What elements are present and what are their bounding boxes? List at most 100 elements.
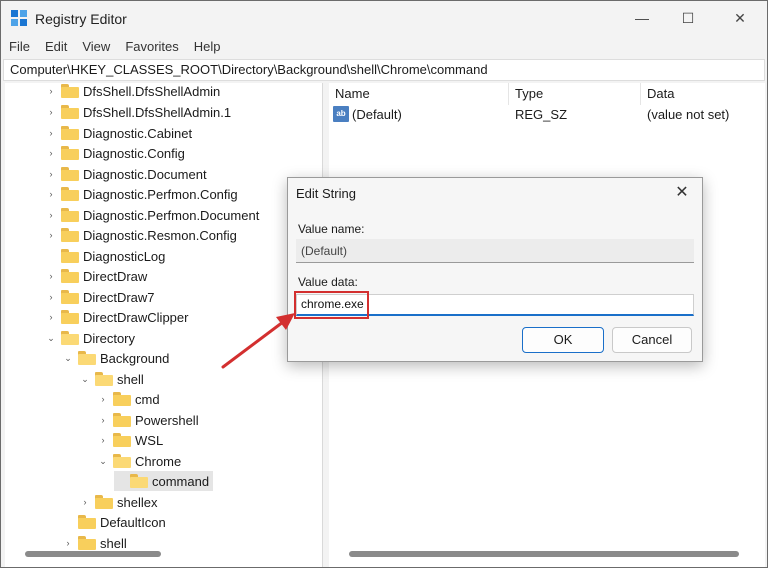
- value-type: REG_SZ: [515, 107, 568, 122]
- chevron-down-icon[interactable]: ⌄: [45, 328, 57, 348]
- chevron-right-icon[interactable]: ›: [62, 533, 74, 553]
- folder-icon: [61, 208, 79, 222]
- tree-item[interactable]: › Diagnostic.Cabinet: [45, 123, 193, 143]
- folder-icon: [61, 290, 79, 304]
- column-header-data[interactable]: Data: [641, 83, 765, 105]
- folder-icon: [61, 269, 79, 283]
- chevron-right-icon[interactable]: ›: [97, 410, 109, 430]
- tree-item-label: Diagnostic.Resmon.Config: [83, 227, 237, 243]
- menu-edit[interactable]: Edit: [37, 37, 74, 57]
- tree-item[interactable]: › Powershell: [97, 410, 199, 430]
- tree-item-label: DiagnosticLog: [83, 248, 166, 264]
- tree-horizontal-scrollbar[interactable]: [25, 551, 161, 557]
- chevron-right-icon[interactable]: ›: [97, 430, 109, 450]
- tree-item[interactable]: › shellex: [79, 492, 158, 512]
- folder-icon: [61, 126, 79, 140]
- tree-item-label: DirectDraw7: [83, 289, 155, 305]
- tree-item[interactable]: › DirectDraw: [45, 266, 148, 286]
- tree-item[interactable]: › DirectDrawClipper: [45, 307, 189, 327]
- registry-tree[interactable]: › DfsShell.DfsShellAdmin › DfsShell.DfsShe…: [5, 83, 323, 567]
- tree-item-label: shell: [117, 371, 144, 387]
- tree-item[interactable]: › Diagnostic.Perfmon.Document: [45, 205, 260, 225]
- chevron-right-icon[interactable]: ›: [45, 287, 57, 307]
- folder-icon: [61, 146, 79, 160]
- chevron-right-icon[interactable]: ›: [45, 225, 57, 245]
- folder-open-icon: [113, 454, 131, 468]
- tree-item-label: Powershell: [135, 412, 199, 428]
- menu-file[interactable]: File: [1, 37, 37, 57]
- chevron-down-icon[interactable]: ⌄: [62, 348, 74, 368]
- menu-help[interactable]: Help: [186, 37, 228, 57]
- close-icon[interactable]: ✕: [717, 1, 763, 35]
- column-header-type[interactable]: Type: [509, 83, 641, 105]
- chevron-right-icon[interactable]: ›: [45, 164, 57, 184]
- tree-item-label: Diagnostic.Perfmon.Config: [83, 186, 238, 202]
- folder-open-icon: [78, 351, 96, 365]
- tree-item[interactable]: › DfsShell.DfsShellAdmin.1: [45, 102, 232, 122]
- close-icon[interactable]: ✕: [672, 183, 692, 203]
- menu-view[interactable]: View: [74, 37, 117, 57]
- tree-item-label: Diagnostic.Cabinet: [83, 125, 193, 141]
- tree-item[interactable]: ⌄ Directory: [45, 328, 135, 348]
- folder-icon: [61, 167, 79, 181]
- tree-item-selected[interactable]: command: [114, 471, 214, 491]
- folder-icon: [61, 228, 79, 242]
- tree-item[interactable]: › Diagnostic.Perfmon.Config: [45, 184, 238, 204]
- tree-item[interactable]: ⌄ Chrome: [97, 451, 181, 471]
- ok-button[interactable]: OK: [522, 327, 604, 353]
- chevron-right-icon[interactable]: ›: [45, 83, 57, 101]
- tree-item[interactable]: DefaultIcon: [62, 512, 166, 532]
- folder-icon: [95, 495, 113, 509]
- tree-item-label: WSL: [135, 432, 164, 448]
- highlight-box: [294, 291, 369, 319]
- tree-item[interactable]: ⌄ shell: [79, 369, 144, 389]
- tree-item[interactable]: DiagnosticLog: [45, 246, 165, 266]
- address-bar[interactable]: Computer\HKEY_CLASSES_ROOT\Directory\Bac…: [3, 59, 765, 81]
- chevron-right-icon[interactable]: ›: [45, 184, 57, 204]
- tree-item-label: command: [152, 473, 210, 489]
- minimize-icon[interactable]: —: [619, 1, 665, 35]
- folder-icon: [61, 249, 79, 263]
- tree-item[interactable]: › cmd: [97, 389, 160, 409]
- folder-icon: [61, 310, 79, 324]
- tree-item-label: shell: [100, 535, 127, 551]
- tree-item[interactable]: › DfsShell.DfsShellAdmin: [45, 83, 221, 101]
- tree-item-label: shellex: [117, 494, 158, 510]
- folder-icon: [61, 84, 79, 98]
- value-name[interactable]: (Default): [352, 105, 402, 125]
- tree-item-label: DfsShell.DfsShellAdmin.1: [83, 104, 232, 120]
- tree-item[interactable]: › Diagnostic.Config: [45, 143, 185, 163]
- maximize-icon[interactable]: ☐: [665, 1, 711, 35]
- tree-item[interactable]: ⌄ Background: [62, 348, 169, 368]
- tree-item[interactable]: › DirectDraw7: [45, 287, 155, 307]
- tree-item-label: Diagnostic.Document: [83, 166, 207, 182]
- chevron-right-icon[interactable]: ›: [45, 266, 57, 286]
- folder-open-icon: [95, 372, 113, 386]
- cancel-button[interactable]: Cancel: [612, 327, 692, 353]
- tree-item-label: DirectDraw: [83, 268, 148, 284]
- chevron-down-icon[interactable]: ⌄: [79, 369, 91, 389]
- folder-icon: [61, 187, 79, 201]
- chevron-right-icon[interactable]: ›: [45, 307, 57, 327]
- tree-item-label: DirectDrawClipper: [83, 309, 189, 325]
- value-name-field: (Default): [296, 239, 694, 263]
- chevron-right-icon[interactable]: ›: [45, 123, 57, 143]
- chevron-right-icon[interactable]: ›: [97, 389, 109, 409]
- folder-icon: [113, 392, 131, 406]
- chevron-down-icon[interactable]: ⌄: [97, 451, 109, 471]
- chevron-right-icon[interactable]: ›: [45, 143, 57, 163]
- tree-item[interactable]: › shell: [62, 533, 127, 553]
- chevron-right-icon[interactable]: ›: [45, 205, 57, 225]
- tree-item-label: Diagnostic.Perfmon.Document: [83, 207, 260, 223]
- tree-item[interactable]: › Diagnostic.Document: [45, 164, 207, 184]
- column-header-name[interactable]: Name: [329, 83, 509, 105]
- chevron-right-icon[interactable]: ›: [45, 102, 57, 122]
- list-horizontal-scrollbar[interactable]: [349, 551, 739, 557]
- chevron-blank: [45, 246, 57, 266]
- tree-item[interactable]: › WSL: [97, 430, 164, 450]
- tree-item-label: DfsShell.DfsShellAdmin: [83, 83, 221, 99]
- chevron-right-icon[interactable]: ›: [79, 492, 91, 512]
- tree-item[interactable]: › Diagnostic.Resmon.Config: [45, 225, 237, 245]
- menu-favorites[interactable]: Favorites: [117, 37, 185, 57]
- value-name-label: Value name:: [298, 222, 365, 236]
